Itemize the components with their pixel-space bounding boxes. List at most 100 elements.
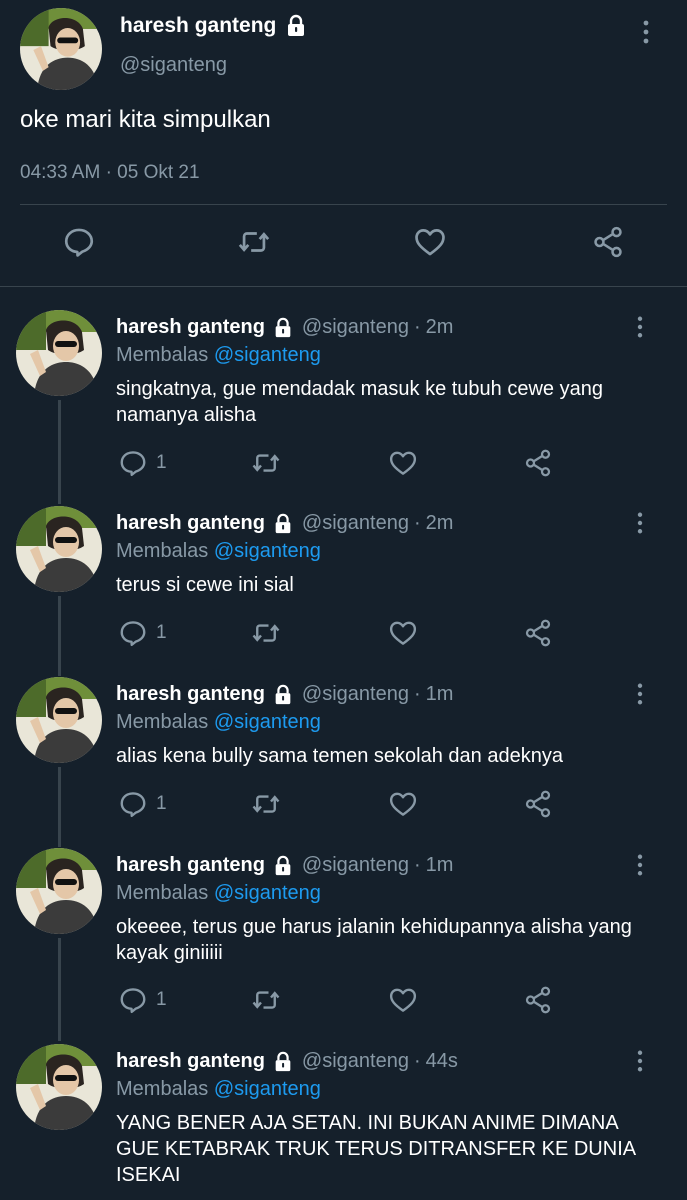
reply-tweet[interactable]: haresh ganteng @siganteng · 1m Membalas …	[0, 848, 687, 1034]
replying-mention[interactable]: @siganteng	[214, 711, 321, 733]
like-icon[interactable]	[413, 225, 447, 259]
reply-tweet[interactable]: haresh ganteng @siganteng · 44s Membalas…	[0, 1044, 687, 1200]
divider	[20, 204, 667, 205]
avatar[interactable]	[16, 848, 102, 934]
author-handle[interactable]: @siganteng	[302, 1050, 409, 1073]
avatar[interactable]	[16, 506, 102, 592]
author-name[interactable]: haresh ganteng	[120, 14, 276, 38]
lock-icon	[272, 855, 294, 877]
share-icon[interactable]	[591, 225, 625, 259]
reply-actions: 1	[0, 448, 687, 478]
reply-icon[interactable]	[62, 225, 96, 259]
reply-icon	[118, 789, 148, 819]
meta-separator: ·	[413, 854, 421, 876]
reply-time[interactable]: 2m	[426, 512, 454, 535]
reply-time[interactable]: 1m	[426, 683, 454, 706]
meta-separator: ·	[413, 683, 421, 705]
reply-icon	[118, 618, 148, 648]
more-vertical-icon[interactable]	[636, 316, 644, 338]
replying-label: Membalas	[116, 882, 209, 904]
share-icon[interactable]	[523, 985, 553, 1015]
retweet-icon[interactable]	[236, 225, 272, 259]
more-vertical-icon[interactable]	[636, 1050, 644, 1072]
reply-icon	[118, 985, 148, 1015]
meta-separator: ·	[105, 162, 112, 183]
reply-text: YANG BENER AJA SETAN. INI BUKAN ANIME DI…	[116, 1112, 635, 1186]
tweet-time: 04:33 AM	[20, 162, 101, 183]
lock-icon	[272, 684, 294, 706]
author-handle[interactable]: @siganteng	[120, 54, 227, 77]
reply-text: singkatnya, gue mendadak masuk ke tubuh …	[116, 378, 603, 426]
replying-label: Membalas	[116, 711, 209, 733]
retweet-icon[interactable]	[250, 448, 282, 478]
tweet-actions	[0, 225, 687, 265]
more-vertical-icon[interactable]	[642, 20, 650, 44]
replying-to: Membalas @siganteng	[116, 344, 321, 367]
reply-time[interactable]: 1m	[426, 854, 454, 877]
reply-tweet[interactable]: haresh ganteng @siganteng · 2m Membalas …	[0, 506, 687, 666]
avatar[interactable]	[16, 310, 102, 396]
replying-mention[interactable]: @siganteng	[214, 344, 321, 366]
replying-to: Membalas @siganteng	[116, 540, 321, 563]
avatar[interactable]	[16, 1044, 102, 1130]
more-vertical-icon[interactable]	[636, 854, 644, 876]
author-name[interactable]: haresh ganteng	[116, 316, 265, 339]
reply-button[interactable]: 1	[118, 789, 167, 819]
reply-count: 1	[156, 793, 167, 814]
replying-mention[interactable]: @siganteng	[214, 882, 321, 904]
meta-separator: ·	[413, 1050, 421, 1072]
reply-button[interactable]: 1	[118, 985, 167, 1015]
reply-tweet[interactable]: haresh ganteng @siganteng · 2m Membalas …	[0, 310, 687, 500]
replying-mention[interactable]: @siganteng	[214, 540, 321, 562]
reply-button[interactable]: 1	[118, 448, 167, 478]
main-tweet: haresh ganteng @siganteng oke mari kita …	[0, 0, 687, 286]
replying-to: Membalas @siganteng	[116, 711, 321, 734]
author-name[interactable]: haresh ganteng	[116, 1050, 265, 1073]
author-handle[interactable]: @siganteng	[302, 854, 409, 877]
reply-header: haresh ganteng @siganteng · 2m	[116, 512, 453, 535]
more-vertical-icon[interactable]	[636, 512, 644, 534]
reply-button[interactable]: 1	[118, 618, 167, 648]
avatar[interactable]	[16, 677, 102, 763]
lock-icon	[272, 1051, 294, 1073]
tweet-text: oke mari kita simpulkan	[20, 106, 271, 133]
tweet-timestamp[interactable]: 04:33 AM · 05 Okt 21	[20, 162, 200, 184]
replying-mention[interactable]: @siganteng	[214, 1078, 321, 1100]
author-row: haresh ganteng	[120, 14, 308, 38]
author-name[interactable]: haresh ganteng	[116, 683, 265, 706]
reply-time[interactable]: 2m	[426, 316, 454, 339]
reply-actions: 1	[0, 789, 687, 819]
lock-icon	[272, 513, 294, 535]
author-handle[interactable]: @siganteng	[302, 316, 409, 339]
author-handle[interactable]: @siganteng	[302, 683, 409, 706]
retweet-icon[interactable]	[250, 618, 282, 648]
reply-count: 1	[156, 989, 167, 1010]
reply-icon	[118, 448, 148, 478]
author-name[interactable]: haresh ganteng	[116, 854, 265, 877]
reply-header: haresh ganteng @siganteng · 44s	[116, 1050, 458, 1073]
reply-header: haresh ganteng @siganteng · 2m	[116, 316, 453, 339]
reply-text: terus si cewe ini sial	[116, 574, 294, 596]
replying-label: Membalas	[116, 344, 209, 366]
reply-count: 1	[156, 452, 167, 473]
meta-separator: ·	[413, 512, 421, 534]
replying-label: Membalas	[116, 1078, 209, 1100]
share-icon[interactable]	[523, 789, 553, 819]
author-name[interactable]: haresh ganteng	[116, 512, 265, 535]
like-icon[interactable]	[388, 985, 418, 1015]
tweet-date: 05 Okt 21	[117, 162, 200, 183]
share-icon[interactable]	[523, 618, 553, 648]
divider	[0, 286, 687, 287]
retweet-icon[interactable]	[250, 985, 282, 1015]
like-icon[interactable]	[388, 618, 418, 648]
lock-icon	[272, 317, 294, 339]
like-icon[interactable]	[388, 789, 418, 819]
author-handle[interactable]: @siganteng	[302, 512, 409, 535]
reply-time[interactable]: 44s	[426, 1050, 458, 1073]
retweet-icon[interactable]	[250, 789, 282, 819]
share-icon[interactable]	[523, 448, 553, 478]
like-icon[interactable]	[388, 448, 418, 478]
reply-tweet[interactable]: haresh ganteng @siganteng · 1m Membalas …	[0, 677, 687, 837]
more-vertical-icon[interactable]	[636, 683, 644, 705]
avatar[interactable]	[20, 8, 102, 90]
